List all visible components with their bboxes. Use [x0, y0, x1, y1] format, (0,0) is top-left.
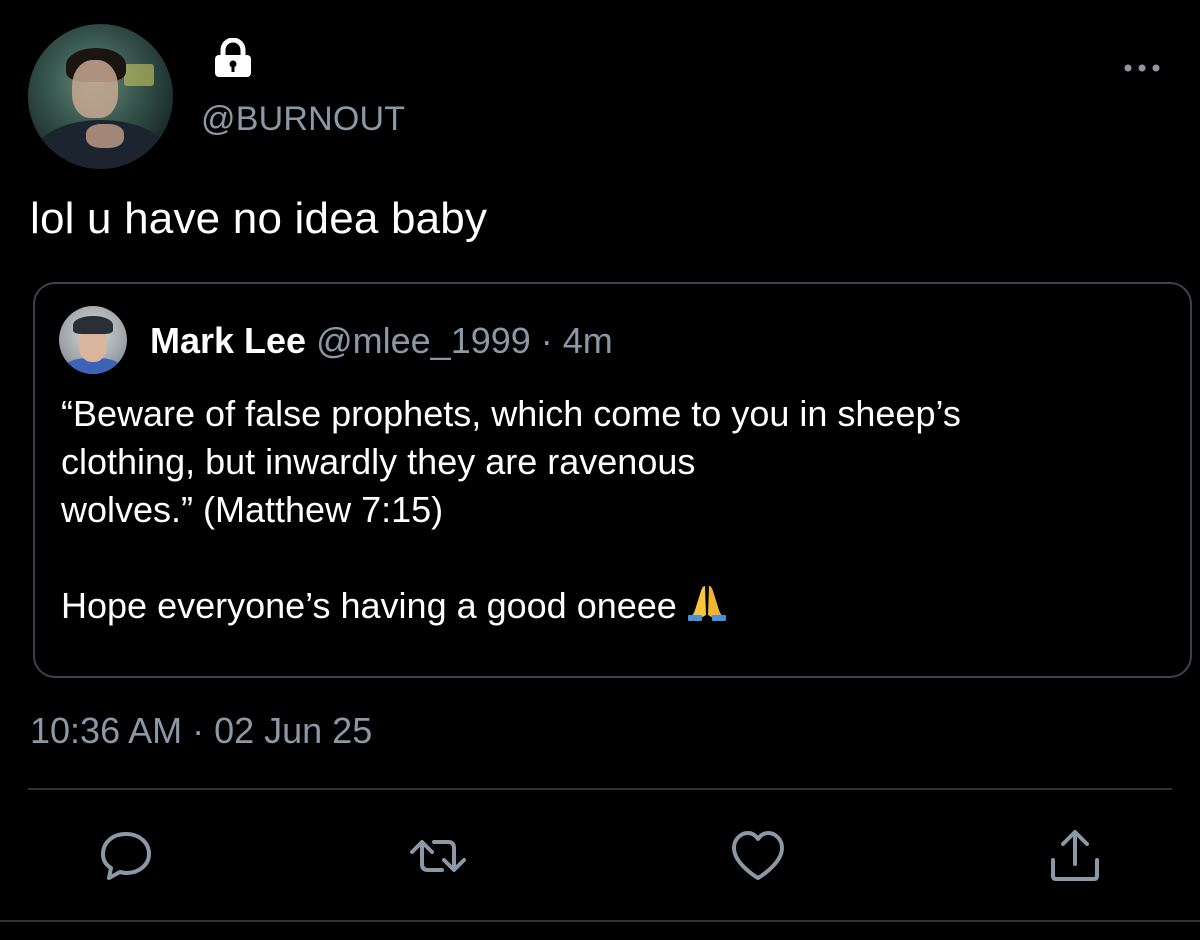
- quoted-author-handle-time: @mlee_1999 · 4m: [316, 320, 613, 361]
- quoted-tweet-card[interactable]: Mark Lee @mlee_1999 · 4m “Beware of fals…: [33, 282, 1192, 678]
- tweet-actions: [0, 826, 1200, 886]
- quoted-author-name[interactable]: Mark Lee: [150, 320, 306, 361]
- quoted-tweet-second-paragraph: Hope everyone’s having a good oneee: [61, 585, 677, 626]
- tweet-timestamp[interactable]: 10:36 AM · 02 Jun 25: [30, 710, 372, 752]
- author-handle[interactable]: @BURNOUT: [201, 100, 405, 139]
- avatar-face: [72, 60, 118, 118]
- more-options-icon[interactable]: [1122, 58, 1162, 78]
- heart-icon[interactable]: [728, 826, 788, 886]
- divider: [28, 788, 1172, 790]
- author-avatar[interactable]: [28, 24, 173, 169]
- quoted-avatar-cap: [73, 316, 113, 334]
- tweet-text: lol u have no idea baby: [30, 194, 488, 243]
- quoted-author-avatar[interactable]: [59, 306, 127, 374]
- avatar-hand: [86, 124, 124, 148]
- quoted-tweet-line: “Beware of false prophets, which come to…: [61, 393, 961, 434]
- quoted-tweet-line: wolves.” (Matthew 7:15): [61, 489, 444, 530]
- retweet-icon[interactable]: [408, 826, 468, 886]
- quoted-tweet-body: “Beware of false prophets, which come to…: [61, 390, 1161, 630]
- quoted-tweet-line: Hope everyone’s having a good oneee: [61, 582, 1161, 630]
- folded-hands-emoji: [687, 586, 726, 621]
- quoted-tweet-line: clothing, but inwardly they are ravenous: [61, 441, 696, 482]
- share-icon[interactable]: [1045, 826, 1105, 886]
- lock-icon: [215, 38, 251, 77]
- avatar-bg-light: [124, 64, 154, 86]
- quoted-tweet-header: Mark Lee @mlee_1999 · 4m: [150, 320, 613, 362]
- bottom-divider: [0, 920, 1200, 922]
- reply-icon[interactable]: [96, 826, 156, 886]
